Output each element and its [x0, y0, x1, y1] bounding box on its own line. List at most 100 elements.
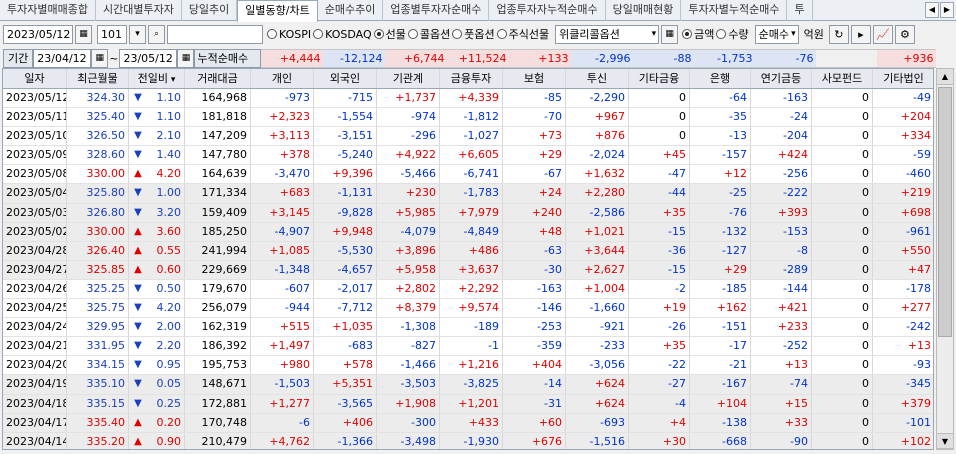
- row-investor-value: -1,027: [440, 127, 503, 146]
- column-header[interactable]: 외국인: [314, 69, 377, 88]
- tab-0[interactable]: 투자자별매매종합: [0, 0, 96, 21]
- gear-icon[interactable]: ⚙: [894, 24, 915, 44]
- column-header[interactable]: 보험: [503, 69, 566, 88]
- arrow-down-icon: ▼: [134, 149, 142, 161]
- column-header[interactable]: 사모펀드: [812, 69, 873, 88]
- row-investor-value: -6: [251, 413, 314, 432]
- row-investor-value: +1,201: [440, 394, 503, 413]
- table-row[interactable]: 2023/04/17 335.40 ▲ 0.20 170,748 -6 +406 -300 +4…: [3, 413, 933, 433]
- row-investor-value: 0: [812, 260, 873, 279]
- table-row[interactable]: 2023/04/24 329.95 ▼ 2.00 162,319 +515 +1,035 -1…: [3, 318, 933, 338]
- row-investor-value: -204: [751, 127, 812, 146]
- tab-9[interactable]: 투: [787, 0, 813, 21]
- row-investor-value: +240: [503, 203, 566, 222]
- table-row[interactable]: 2023/05/12 324.30 ▼ 1.10 164,968 -973 -715 +1,7…: [3, 89, 933, 109]
- row-trade-amount: 147,209: [185, 127, 251, 146]
- scroll-down-icon[interactable]: ▼: [937, 433, 953, 449]
- calendar-icon[interactable]: ▦: [75, 24, 92, 44]
- scroll-thumb[interactable]: [938, 87, 952, 337]
- table-row[interactable]: 2023/05/11 325.40 ▼ 1.10 181,818 +2,323 -1,554…: [3, 108, 933, 128]
- code-dropdown-icon[interactable]: ▾: [129, 24, 146, 44]
- tab-2[interactable]: 당일추이: [182, 0, 238, 21]
- chart-icon[interactable]: 📈: [872, 24, 893, 44]
- table-row[interactable]: 2023/04/14 335.20 ▲ 0.90 210,479 +4,762 -1,366…: [3, 432, 933, 449]
- row-change: ▼ 0.05: [129, 375, 185, 394]
- radio-button-icon[interactable]: [313, 29, 324, 39]
- code-input[interactable]: 101: [97, 24, 127, 44]
- tab-1[interactable]: 시간대별투자자: [96, 0, 182, 21]
- tab-3[interactable]: 일별동향/차트: [237, 0, 318, 22]
- radio-unit-1[interactable]: 수량: [716, 26, 749, 42]
- vertical-scrollbar[interactable]: ▲ ▼: [936, 68, 954, 450]
- table-row[interactable]: 2023/04/27 325.85 ▲ 0.60 229,669 -1,348 -4,657…: [3, 260, 933, 280]
- table-row[interactable]: 2023/05/10 326.50 ▼ 2.10 147,209 +3,113 -3,151…: [3, 127, 933, 147]
- column-header[interactable]: 기관계: [377, 69, 440, 88]
- radio-button-icon[interactable]: [407, 29, 418, 39]
- tab-scroll-left-icon[interactable]: ◀: [925, 2, 939, 18]
- tab-5[interactable]: 업종별투자자순매수: [383, 0, 490, 21]
- period-to-input[interactable]: 23/05/12: [119, 48, 178, 68]
- column-header[interactable]: 연기금등: [751, 69, 812, 88]
- table-row[interactable]: 2023/05/08 330.00 ▲ 4.20 164,639 -3,470 +9,396…: [3, 165, 933, 185]
- radio-button-icon[interactable]: [496, 29, 507, 39]
- radio-market-1[interactable]: KOSDAQ: [313, 26, 372, 42]
- row-investor-value: +876: [566, 127, 629, 146]
- radio-market-0[interactable]: KOSPI: [267, 26, 311, 42]
- date-input[interactable]: 2023/05/12: [3, 24, 73, 44]
- column-header[interactable]: 거래대금: [185, 69, 251, 88]
- weekly-options-icon[interactable]: ▦: [661, 24, 679, 44]
- radio-unit-0[interactable]: 금액: [682, 26, 714, 42]
- column-header[interactable]: 최근월물: [67, 69, 129, 88]
- cumulative-value: -88: [633, 48, 695, 68]
- column-header[interactable]: 금융투자: [440, 69, 503, 88]
- table-row[interactable]: 2023/05/04 325.80 ▼ 1.00 171,334 +683 -1,131 +2…: [3, 184, 933, 204]
- table-row[interactable]: 2023/05/03 326.80 ▼ 3.20 159,409 +3,145 -9,828…: [3, 203, 933, 223]
- scroll-up-icon[interactable]: ▲: [937, 69, 953, 85]
- row-investor-value: -4,849: [440, 222, 503, 241]
- column-header[interactable]: 개인: [251, 69, 314, 88]
- radio-button-icon[interactable]: [452, 29, 463, 39]
- tab-8[interactable]: 투자자별누적순매수: [681, 0, 788, 21]
- tab-4[interactable]: 순매수추이: [318, 0, 384, 21]
- radio-button-icon[interactable]: [716, 29, 727, 39]
- type-select[interactable]: 순매수 ▾: [754, 24, 799, 44]
- column-header[interactable]: 투신: [566, 69, 629, 88]
- radio-button-icon[interactable]: [373, 29, 384, 39]
- refresh-icon[interactable]: ↻: [828, 24, 849, 44]
- row-investor-value: +6,605: [440, 146, 503, 165]
- table-row[interactable]: 2023/05/09 328.60 ▼ 1.40 147,780 +378 -5,240 +4…: [3, 146, 933, 166]
- table-row[interactable]: 2023/04/28 326.40 ▲ 0.55 241,994 +1,085 -5,530…: [3, 241, 933, 261]
- radio-button-icon[interactable]: [682, 29, 693, 39]
- column-header[interactable]: 전일비 ▾: [129, 69, 185, 88]
- period-from-input[interactable]: 23/04/12: [33, 48, 92, 68]
- table-row[interactable]: 2023/04/18 335.15 ▼ 0.25 172,881 +1,277 -3,565…: [3, 394, 933, 414]
- table-row[interactable]: 2023/04/20 334.15 ▼ 0.95 195,753 +980 +578 -1,4…: [3, 356, 933, 376]
- radio-button-icon[interactable]: [267, 29, 277, 39]
- column-header[interactable]: 기타금융: [629, 69, 690, 88]
- radio-market-5[interactable]: 주식선물: [496, 26, 549, 42]
- column-header[interactable]: 은행: [690, 69, 751, 88]
- table-row[interactable]: 2023/04/26 325.25 ▼ 0.50 179,670 -607 -2,017 +2…: [3, 279, 933, 300]
- arrow-down-icon: ▼: [134, 302, 142, 314]
- calendar-icon[interactable]: ▦: [177, 48, 195, 68]
- column-header[interactable]: 기타법인: [873, 69, 933, 88]
- row-price: 325.85: [67, 260, 129, 279]
- tab-scroll-right-icon[interactable]: ▶: [940, 2, 954, 18]
- tab-7[interactable]: 당일매매현황: [606, 0, 682, 21]
- table-row[interactable]: 2023/05/02 330.00 ▲ 3.60 185,250 -4,907 +9,948…: [3, 222, 933, 242]
- calendar-icon[interactable]: ▦: [91, 48, 109, 68]
- radio-market-3[interactable]: 콜옵션: [407, 26, 450, 42]
- chevron-down-icon: ▾: [791, 28, 796, 39]
- table-row[interactable]: 2023/04/25 325.75 ▼ 4.20 256,079 -944 -7,712 +8…: [3, 299, 933, 319]
- table-row[interactable]: 2023/04/19 335.10 ▼ 0.05 148,671 -1,503 +5,351…: [3, 375, 933, 395]
- radio-market-2[interactable]: 선물: [373, 26, 406, 42]
- tab-6[interactable]: 업종투자자누적순매수: [489, 0, 606, 21]
- next-page-icon[interactable]: ▸: [850, 24, 871, 44]
- row-investor-value: -252: [751, 337, 812, 356]
- sort-dropdown-icon[interactable]: ▾: [168, 75, 176, 85]
- weekly-select[interactable]: 위클리콜옵션 ▾: [555, 24, 660, 44]
- table-row[interactable]: 2023/04/21 331.95 ▼ 2.20 186,392 +1,497 -683 -8…: [3, 337, 933, 357]
- radio-market-4[interactable]: 풋옵션: [452, 26, 495, 42]
- search-icon[interactable]: ⌕: [148, 24, 165, 44]
- column-header[interactable]: 일자: [3, 69, 67, 88]
